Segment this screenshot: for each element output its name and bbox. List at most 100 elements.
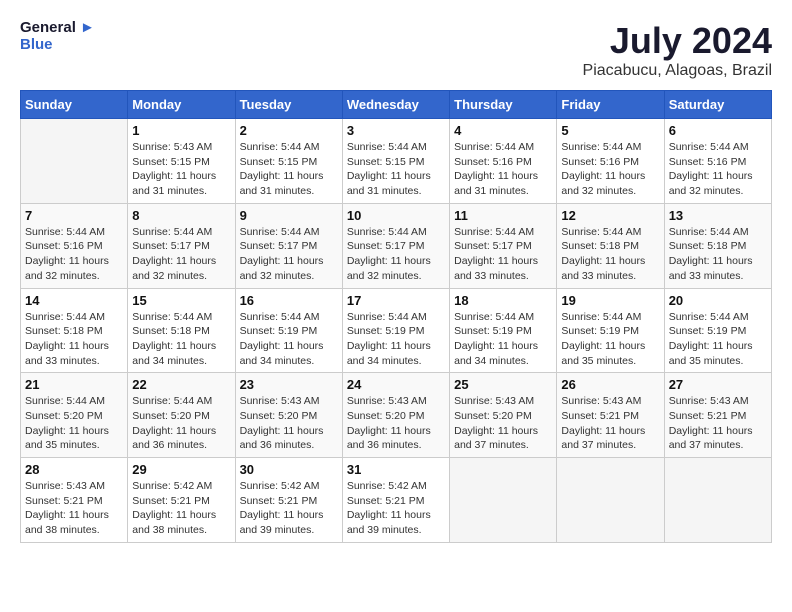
day-number: 24	[347, 377, 445, 392]
calendar-cell: 19 Sunrise: 5:44 AMSunset: 5:19 PMDayligh…	[557, 288, 664, 373]
day-number: 1	[132, 123, 230, 138]
page-header: General ►Blue July 2024 Piacabucu, Alago…	[20, 20, 772, 80]
day-number: 25	[454, 377, 552, 392]
day-info: Sunrise: 5:43 AMSunset: 5:20 PMDaylight:…	[240, 394, 338, 453]
day-info: Sunrise: 5:43 AMSunset: 5:21 PMDaylight:…	[25, 479, 123, 538]
day-info: Sunrise: 5:43 AMSunset: 5:21 PMDaylight:…	[669, 394, 767, 453]
day-info: Sunrise: 5:43 AMSunset: 5:21 PMDaylight:…	[561, 394, 659, 453]
calendar-cell: 14 Sunrise: 5:44 AMSunset: 5:18 PMDayligh…	[21, 288, 128, 373]
header-day-thursday: Thursday	[450, 91, 557, 119]
day-info: Sunrise: 5:44 AMSunset: 5:17 PMDaylight:…	[240, 225, 338, 284]
day-info: Sunrise: 5:44 AMSunset: 5:17 PMDaylight:…	[454, 225, 552, 284]
header-day-saturday: Saturday	[664, 91, 771, 119]
calendar-cell	[450, 458, 557, 543]
calendar-cell: 21 Sunrise: 5:44 AMSunset: 5:20 PMDayligh…	[21, 373, 128, 458]
calendar-cell: 11 Sunrise: 5:44 AMSunset: 5:17 PMDayligh…	[450, 203, 557, 288]
calendar-week-1: 1 Sunrise: 5:43 AMSunset: 5:15 PMDaylight…	[21, 119, 772, 204]
day-number: 8	[132, 208, 230, 223]
calendar-cell: 6 Sunrise: 5:44 AMSunset: 5:16 PMDaylight…	[664, 119, 771, 204]
calendar-cell: 30 Sunrise: 5:42 AMSunset: 5:21 PMDayligh…	[235, 458, 342, 543]
day-number: 6	[669, 123, 767, 138]
day-info: Sunrise: 5:44 AMSunset: 5:19 PMDaylight:…	[561, 310, 659, 369]
day-number: 19	[561, 293, 659, 308]
header-day-monday: Monday	[128, 91, 235, 119]
day-number: 11	[454, 208, 552, 223]
main-title: July 2024	[583, 20, 772, 62]
day-info: Sunrise: 5:44 AMSunset: 5:16 PMDaylight:…	[669, 140, 767, 199]
day-info: Sunrise: 5:43 AMSunset: 5:20 PMDaylight:…	[347, 394, 445, 453]
calendar-cell: 17Sunrise: 5:44 AMSunset: 5:19 PMDayligh…	[342, 288, 449, 373]
calendar-cell: 29 Sunrise: 5:42 AMSunset: 5:21 PMDayligh…	[128, 458, 235, 543]
calendar-cell: 3 Sunrise: 5:44 AMSunset: 5:15 PMDaylight…	[342, 119, 449, 204]
day-info: Sunrise: 5:44 AMSunset: 5:19 PMDaylight:…	[240, 310, 338, 369]
calendar-cell: 18Sunrise: 5:44 AMSunset: 5:19 PMDayligh…	[450, 288, 557, 373]
day-number: 13	[669, 208, 767, 223]
day-number: 12	[561, 208, 659, 223]
calendar-cell: 2 Sunrise: 5:44 AMSunset: 5:15 PMDaylight…	[235, 119, 342, 204]
day-number: 5	[561, 123, 659, 138]
day-info: Sunrise: 5:42 AMSunset: 5:21 PMDaylight:…	[347, 479, 445, 538]
day-number: 15	[132, 293, 230, 308]
sub-title: Piacabucu, Alagoas, Brazil	[583, 62, 772, 80]
calendar-cell: 16 Sunrise: 5:44 AMSunset: 5:19 PMDayligh…	[235, 288, 342, 373]
day-info: Sunrise: 5:44 AMSunset: 5:19 PMDaylight:…	[669, 310, 767, 369]
calendar-cell	[21, 119, 128, 204]
day-info: Sunrise: 5:44 AMSunset: 5:17 PMDaylight:…	[132, 225, 230, 284]
calendar-cell: 31Sunrise: 5:42 AMSunset: 5:21 PMDayligh…	[342, 458, 449, 543]
calendar-cell: 10 Sunrise: 5:44 AMSunset: 5:17 PMDayligh…	[342, 203, 449, 288]
day-info: Sunrise: 5:44 AMSunset: 5:15 PMDaylight:…	[240, 140, 338, 199]
header-day-wednesday: Wednesday	[342, 91, 449, 119]
day-info: Sunrise: 5:44 AMSunset: 5:16 PMDaylight:…	[561, 140, 659, 199]
day-info: Sunrise: 5:44 AMSunset: 5:16 PMDaylight:…	[25, 225, 123, 284]
day-number: 16	[240, 293, 338, 308]
day-number: 7	[25, 208, 123, 223]
day-info: Sunrise: 5:43 AMSunset: 5:20 PMDaylight:…	[454, 394, 552, 453]
day-info: Sunrise: 5:44 AMSunset: 5:18 PMDaylight:…	[561, 225, 659, 284]
calendar-week-2: 7 Sunrise: 5:44 AMSunset: 5:16 PMDaylight…	[21, 203, 772, 288]
day-number: 26	[561, 377, 659, 392]
calendar-week-3: 14 Sunrise: 5:44 AMSunset: 5:18 PMDayligh…	[21, 288, 772, 373]
calendar-cell: 9Sunrise: 5:44 AMSunset: 5:17 PMDaylight…	[235, 203, 342, 288]
day-number: 29	[132, 462, 230, 477]
calendar-week-5: 28Sunrise: 5:43 AMSunset: 5:21 PMDayligh…	[21, 458, 772, 543]
day-number: 21	[25, 377, 123, 392]
day-info: Sunrise: 5:44 AMSunset: 5:16 PMDaylight:…	[454, 140, 552, 199]
calendar-cell: 1 Sunrise: 5:43 AMSunset: 5:15 PMDaylight…	[128, 119, 235, 204]
header-day-tuesday: Tuesday	[235, 91, 342, 119]
day-info: Sunrise: 5:42 AMSunset: 5:21 PMDaylight:…	[240, 479, 338, 538]
day-number: 30	[240, 462, 338, 477]
day-info: Sunrise: 5:42 AMSunset: 5:21 PMDaylight:…	[132, 479, 230, 538]
day-number: 17	[347, 293, 445, 308]
day-number: 20	[669, 293, 767, 308]
day-number: 22	[132, 377, 230, 392]
calendar-cell: 15 Sunrise: 5:44 AMSunset: 5:18 PMDayligh…	[128, 288, 235, 373]
day-info: Sunrise: 5:44 AMSunset: 5:18 PMDaylight:…	[25, 310, 123, 369]
day-info: Sunrise: 5:43 AMSunset: 5:15 PMDaylight:…	[132, 140, 230, 199]
calendar-cell: 20 Sunrise: 5:44 AMSunset: 5:19 PMDayligh…	[664, 288, 771, 373]
calendar-cell: 12 Sunrise: 5:44 AMSunset: 5:18 PMDayligh…	[557, 203, 664, 288]
calendar-cell: 13Sunrise: 5:44 AMSunset: 5:18 PMDayligh…	[664, 203, 771, 288]
calendar-cell: 23 Sunrise: 5:43 AMSunset: 5:20 PMDayligh…	[235, 373, 342, 458]
day-info: Sunrise: 5:44 AMSunset: 5:18 PMDaylight:…	[132, 310, 230, 369]
header-day-friday: Friday	[557, 91, 664, 119]
calendar-cell: 8 Sunrise: 5:44 AMSunset: 5:17 PMDaylight…	[128, 203, 235, 288]
logo-text: General ►Blue	[20, 20, 95, 53]
day-number: 23	[240, 377, 338, 392]
day-number: 2	[240, 123, 338, 138]
calendar-cell: 28Sunrise: 5:43 AMSunset: 5:21 PMDayligh…	[21, 458, 128, 543]
calendar-cell: 25 Sunrise: 5:43 AMSunset: 5:20 PMDayligh…	[450, 373, 557, 458]
calendar-header-row: SundayMondayTuesdayWednesdayThursdayFrid…	[21, 91, 772, 119]
calendar-cell: 7 Sunrise: 5:44 AMSunset: 5:16 PMDaylight…	[21, 203, 128, 288]
day-number: 3	[347, 123, 445, 138]
calendar-cell	[557, 458, 664, 543]
day-info: Sunrise: 5:44 AMSunset: 5:17 PMDaylight:…	[347, 225, 445, 284]
title-block: July 2024 Piacabucu, Alagoas, Brazil	[583, 20, 772, 80]
header-day-sunday: Sunday	[21, 91, 128, 119]
day-number: 10	[347, 208, 445, 223]
day-info: Sunrise: 5:44 AMSunset: 5:15 PMDaylight:…	[347, 140, 445, 199]
day-number: 14	[25, 293, 123, 308]
calendar-cell: 4Sunrise: 5:44 AMSunset: 5:16 PMDaylight…	[450, 119, 557, 204]
calendar-cell: 26 Sunrise: 5:43 AMSunset: 5:21 PMDayligh…	[557, 373, 664, 458]
day-info: Sunrise: 5:44 AMSunset: 5:20 PMDaylight:…	[25, 394, 123, 453]
calendar-cell	[664, 458, 771, 543]
